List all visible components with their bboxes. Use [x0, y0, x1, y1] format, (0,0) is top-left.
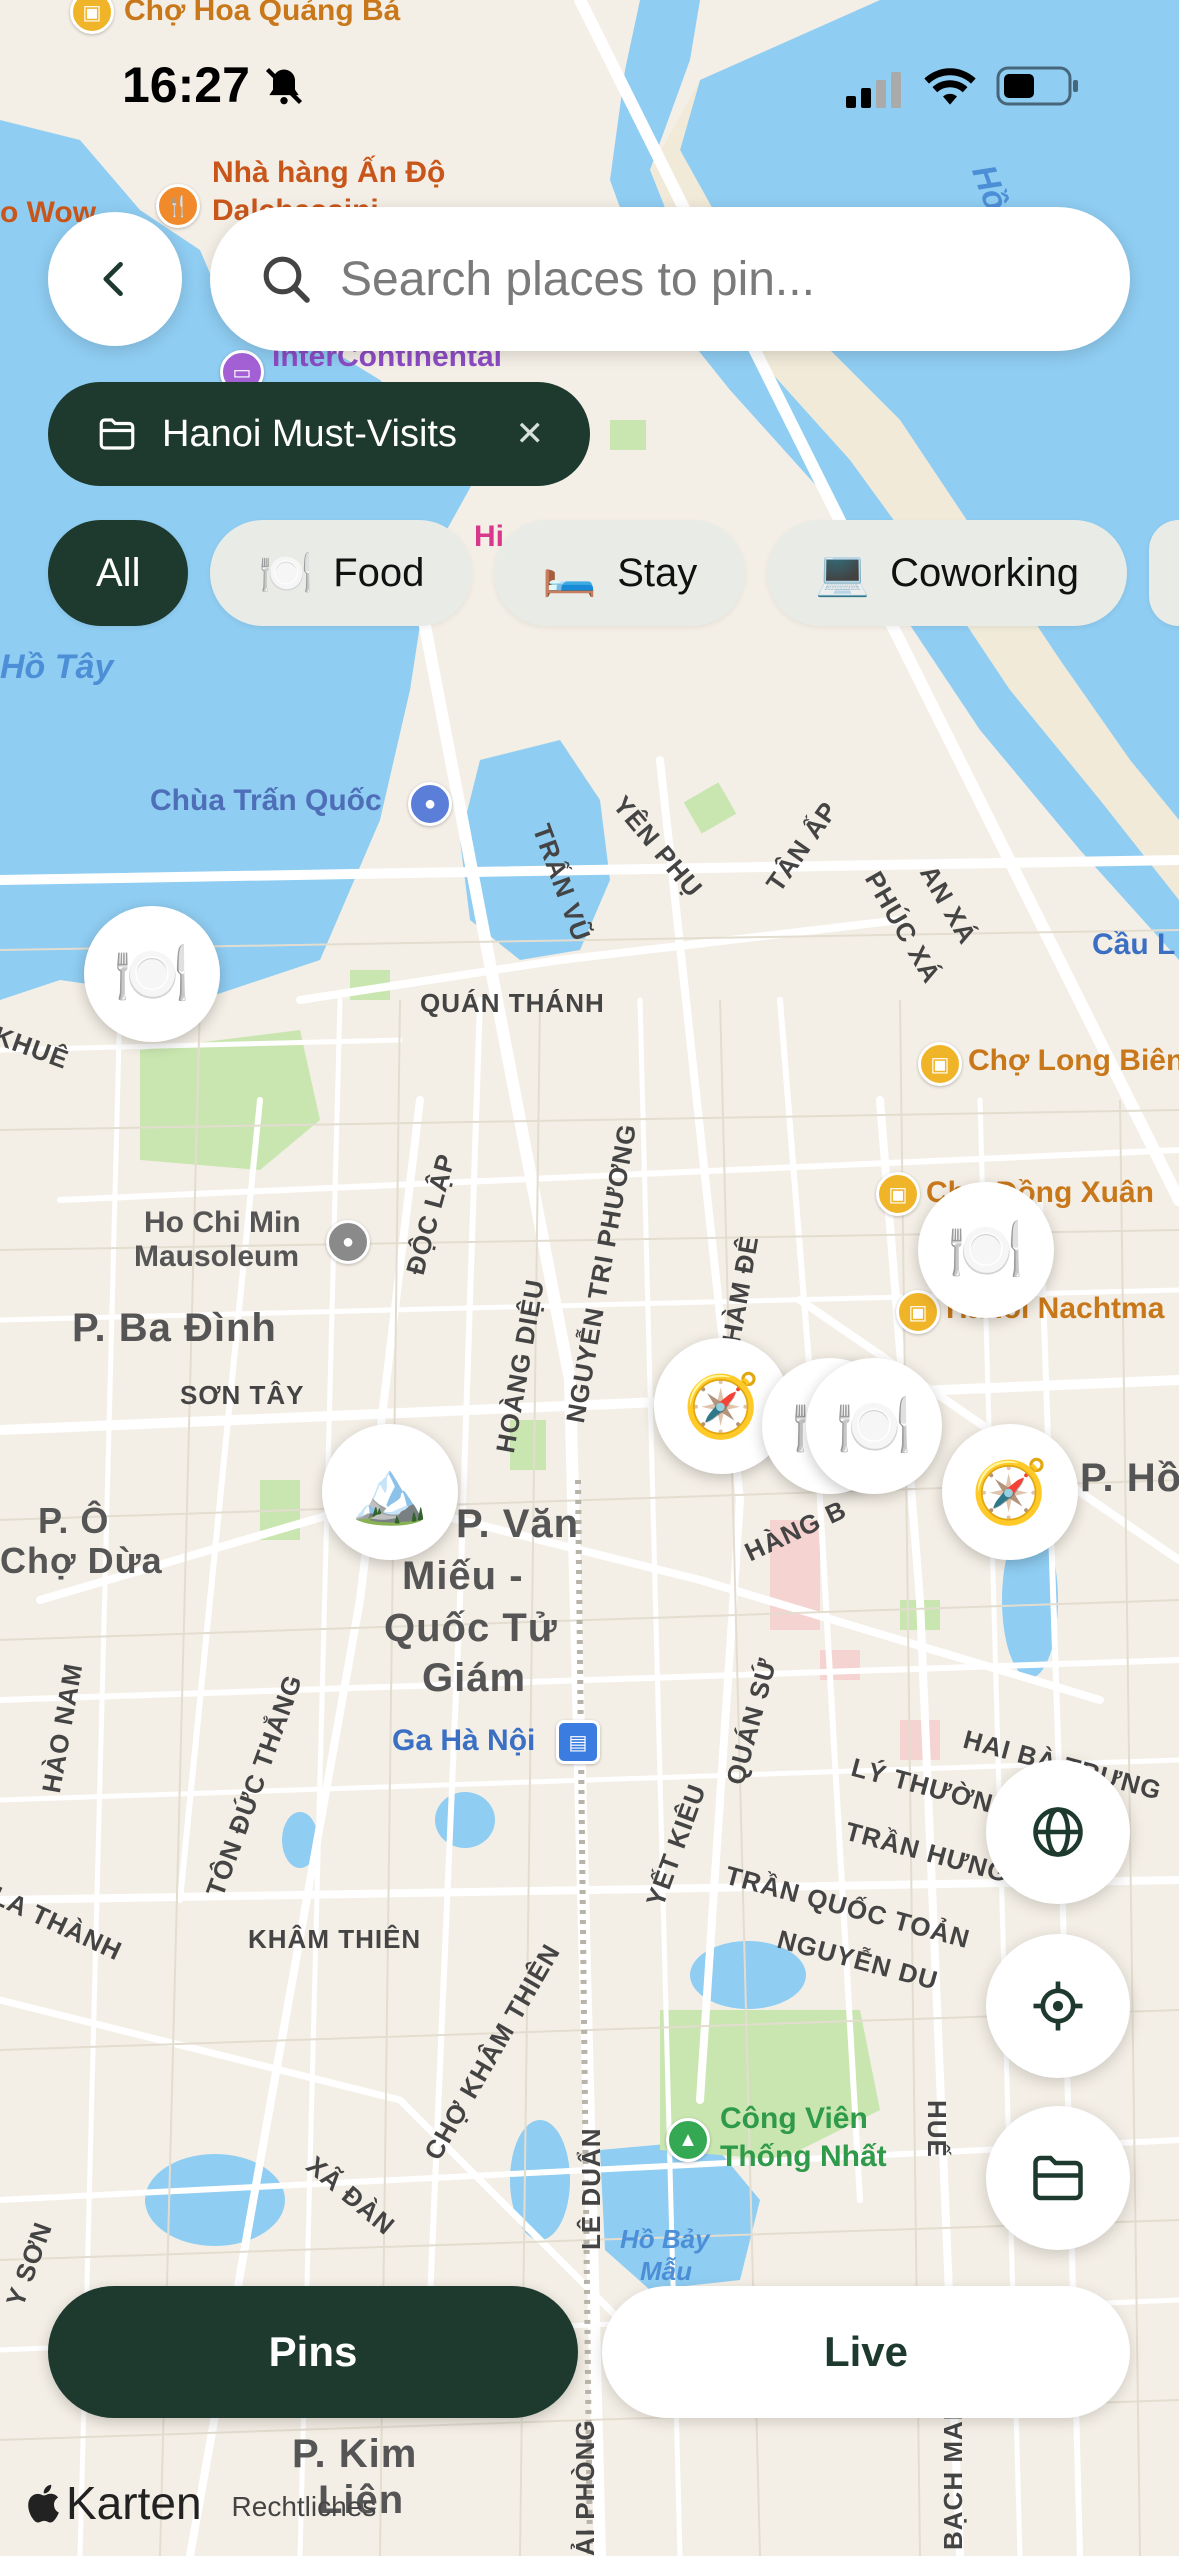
street-son-tay: SƠN TÂY: [180, 1380, 305, 1410]
battery-icon: [996, 66, 1078, 106]
market-poi-icon[interactable]: ▣: [896, 1290, 940, 1334]
tab-pins[interactable]: Pins: [48, 2286, 578, 2418]
filter-chip-coworking[interactable]: 💻 Coworking: [767, 520, 1128, 626]
plate-icon: 🍽️: [113, 939, 191, 1009]
map-label-ho-tay: Hồ Tây: [0, 648, 114, 686]
compass-pin[interactable]: 🧭: [942, 1424, 1078, 1560]
status-bar: 16:27: [0, 0, 1179, 113]
food-pin[interactable]: 🍽️: [918, 1182, 1054, 1318]
district-van-mieu-3: Quốc Tử: [384, 1606, 558, 1650]
map-label-ga-ha-noi[interactable]: Ga Hà Nội: [392, 1724, 535, 1758]
back-button[interactable]: [48, 212, 182, 346]
folder-button[interactable]: [986, 2106, 1130, 2250]
cellular-signal-icon: [846, 72, 901, 108]
maps-brand-label: Karten: [66, 2477, 202, 2529]
maps-brand: Karten: [24, 2476, 202, 2530]
plate-icon: 🍽️: [258, 549, 314, 598]
compass-icon: 🧭: [971, 1457, 1049, 1527]
tab-live[interactable]: Live: [602, 2286, 1130, 2418]
filter-chip-label: Food: [333, 550, 425, 595]
legal-link[interactable]: Rechtliches: [232, 2491, 377, 2523]
collection-chip[interactable]: Hanoi Must-Visits ✕: [48, 382, 590, 486]
district-o-cho-dua: P. Ô: [38, 1500, 110, 1541]
plate-icon: 🍽️: [947, 1215, 1025, 1285]
compass-icon: 🧭: [683, 1371, 761, 1441]
crosshair-icon: [1033, 1981, 1083, 2031]
district-ba-dinh: P. Ba Đình: [72, 1306, 277, 1350]
map-attribution: Karten Rechtliches: [24, 2476, 376, 2530]
tab-pins-label: Pins: [268, 2328, 358, 2375]
wifi-icon: [924, 68, 976, 105]
locate-button[interactable]: [986, 1934, 1130, 2078]
close-icon[interactable]: ✕: [516, 414, 545, 454]
street-ai-phong: ẢI PHÒNG: [570, 2419, 600, 2556]
district-van-mieu-2: Miếu -: [402, 1554, 524, 1598]
map-label-cau-l[interactable]: Cầu L: [1092, 928, 1175, 962]
filter-chip-label: Stay: [617, 550, 698, 595]
map-label-hcm-mausoleum[interactable]: Ho Chi Min: [144, 1206, 301, 1240]
filter-chip-food[interactable]: 🍽️ Food: [210, 520, 473, 626]
street-bach-mai: BẠCH MAI: [938, 2412, 968, 2550]
train-station-icon[interactable]: ▤: [556, 1720, 600, 1764]
filter-chip-label: Coworking: [890, 550, 1080, 595]
food-pin[interactable]: 🍽️: [84, 906, 220, 1042]
globe-icon: [1033, 1807, 1083, 1857]
filter-chip-more[interactable]: [1149, 520, 1179, 626]
apple-logo-icon: [28, 2484, 59, 2523]
category-filter-bar: All 🍽️ Food 🛏️ Stay 💻 Coworking: [48, 520, 1179, 626]
food-pin[interactable]: 🍽️: [806, 1358, 942, 1494]
tab-live-label: Live: [823, 2328, 909, 2375]
district-o-cho-dua-2: Chợ Dừa: [0, 1540, 163, 1581]
street-kham-thien: KHÂM THIÊN: [248, 1924, 422, 1954]
landmark-poi-icon[interactable]: ●: [326, 1220, 370, 1264]
street-le-duan: LÊ DUẨN: [576, 2127, 606, 2250]
map-label-cong-vien-2[interactable]: Thống Nhất: [720, 2140, 887, 2174]
district-kim-lien: P. Kim: [292, 2432, 418, 2476]
temple-poi-icon[interactable]: ●: [408, 782, 452, 826]
globe-button[interactable]: [986, 1760, 1130, 1904]
district-van-mieu-4: Giám: [422, 1656, 527, 1700]
chevron-left-icon: [103, 261, 123, 297]
collection-label: Hanoi Must-Visits: [162, 412, 457, 455]
map-label-hcm-mausoleum-2[interactable]: Mausoleum: [134, 1240, 299, 1274]
street-quan-thanh: QUÁN THÁNH: [420, 988, 605, 1018]
district-p-ho: P. Hồ: [1080, 1456, 1179, 1500]
filter-chip-stay[interactable]: 🛏️ Stay: [494, 520, 746, 626]
bed-icon: 🛏️: [542, 549, 598, 598]
search-input[interactable]: [338, 250, 1082, 308]
folder-icon: [1033, 2155, 1083, 2201]
restaurant-poi-icon[interactable]: 🍴: [156, 184, 200, 228]
laptop-icon: 💻: [815, 549, 871, 598]
map-label-ho-bay-mau-2: Mẫu: [640, 2256, 692, 2286]
bell-slash-icon: [265, 67, 303, 105]
app-screen: Chợ Hoa Quảng Bá ▣ Nhà hàng Ấn Độ Dalche…: [0, 0, 1179, 2556]
filter-chip-all[interactable]: All: [48, 520, 189, 626]
folder-icon: [99, 418, 135, 450]
street-hue: HUẾ: [922, 2100, 952, 2158]
mountain-icon: 🏔️: [351, 1457, 429, 1527]
map-label-ho-bay-mau: Hồ Bảy: [620, 2224, 710, 2254]
search-icon: [263, 256, 310, 303]
plate-icon: 🍽️: [835, 1391, 913, 1461]
mountain-pin[interactable]: 🏔️: [322, 1424, 458, 1560]
filter-chip-label: All: [96, 550, 141, 595]
map-label-cho-long-bien[interactable]: Chợ Long Biên: [968, 1044, 1179, 1078]
market-poi-icon[interactable]: ▣: [918, 1042, 962, 1086]
status-time: 16:27: [122, 57, 250, 113]
map-label-nha-hang[interactable]: Nhà hàng Ấn Độ: [212, 156, 445, 190]
market-poi-icon[interactable]: ▣: [876, 1172, 920, 1216]
search-bar[interactable]: [210, 207, 1130, 351]
park-poi-icon[interactable]: ▲: [666, 2118, 710, 2162]
map-label-chua-tran-quoc[interactable]: Chùa Trấn Quốc: [150, 784, 382, 818]
map-label-cong-vien[interactable]: Công Viên: [720, 2102, 868, 2136]
district-van-mieu: P. Văn: [456, 1502, 580, 1546]
